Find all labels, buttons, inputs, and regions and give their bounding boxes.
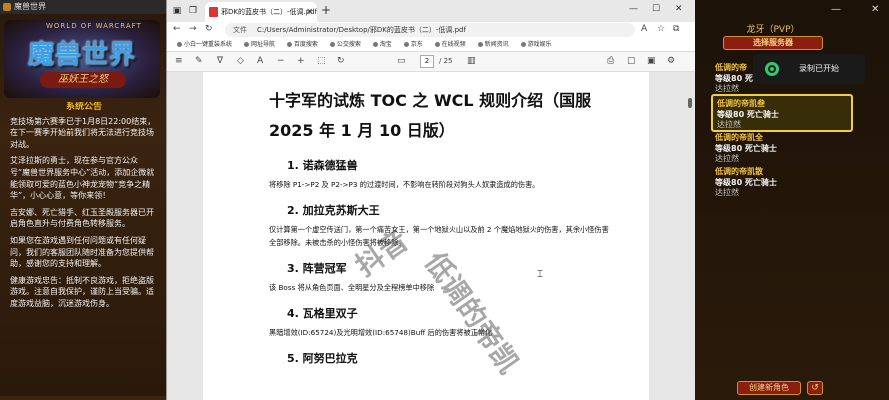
page-total: / 25 (439, 57, 453, 65)
highlight-icon[interactable]: ∇ (217, 56, 223, 66)
tab-pdf[interactable]: 邪DK的蓝皮书（二）-低调.pdf ✕ (205, 2, 317, 22)
tab-actions-icon[interactable]: ▣ (171, 5, 183, 17)
character-slot-selected[interactable]: 低调的帝凯叁 等级80 死亡骑士 达拉然 (711, 94, 853, 132)
rotate-icon[interactable]: ↻ (337, 56, 345, 66)
pdf-toolbar: ≡ ✎ ∇ ◇ A − + ⬚ ↻ ▭ 2 / 25 ▥ ⎙ ▢ ▣ ⚙ (167, 52, 696, 72)
collections-icon[interactable]: ⧉ (673, 24, 679, 34)
bookmarks-bar: 小白一键重装系统 网址导航 百度搜索 公交搜索 淘宝 京东 在线视频 新闻资讯 … (167, 38, 696, 52)
back-button[interactable]: ↺ (807, 381, 823, 395)
notice-title: 系统公告 (65, 102, 102, 112)
back-icon[interactable]: ← (173, 24, 181, 34)
minimize-icon[interactable]: — (831, 4, 841, 15)
create-character-button[interactable]: 创建新角色 (737, 381, 801, 395)
bookmark-item[interactable]: 小白一键重装系统 (177, 38, 232, 52)
document-title: 十字军的试炼 TOC 之 WCL 规则介绍（国服 2025 年 1 月 10 日… (269, 91, 592, 140)
print-icon[interactable]: ⎙ (607, 56, 614, 66)
section-heading: 2. 加拉克苏斯大王 (287, 204, 380, 217)
pdf-page: 十字军的试炼 TOC 之 WCL 规则介绍（国服 2025 年 1 月 10 日… (203, 72, 649, 400)
address-input[interactable]: 文件 C:/Users/Administrator/Desktop/邪DK的蓝皮书… (225, 23, 635, 37)
bookmark-item[interactable]: 游戏娱乐 (521, 38, 552, 52)
game-left-panel: WORLD OF WARCRAFT 魔兽世界 巫妖王之怒 系统公告 竞技场第六赛… (0, 14, 166, 400)
section-body: 黑暗增效(ID:65724)及光明增效(ID:65748)Buff 后的伤害将被… (269, 328, 493, 337)
pdf-icon (209, 7, 218, 17)
bookmark-item[interactable]: 网址导航 (244, 38, 275, 52)
notice-paragraph: 吉安娜、死亡猎手、红玉圣殿服务器已开启角色直升与付费角色转移服务。 (10, 207, 154, 229)
game-bottom-bar (0, 396, 166, 400)
character-slot[interactable]: 低调的帝凯全 等级80 死亡骑士 达拉然 (711, 130, 853, 168)
recording-toast: 录制已开始 (753, 54, 865, 84)
forward-icon[interactable]: → (189, 24, 197, 34)
section-body: 将移除 P1->P2 及 P2->P3 的过渡时间，不影响在转阶段对狗头人奴隶造… (269, 180, 540, 189)
notice-paragraph: 健康游戏忠告：抵制不良游戏，拒绝盗版游戏。注意自我保护，谨防上当受骗。适度游戏益… (10, 275, 154, 308)
game-right-topbar: — ✕ (695, 0, 889, 22)
maximize-button[interactable]: ☐ (652, 4, 660, 14)
page-number-input[interactable]: 2 (420, 55, 434, 68)
notice-paragraph: 艾泽拉斯的勇士，现在参与官方公众号“魔兽世界服务中心”活动，添加企微就能领取可爱… (10, 156, 155, 201)
wow-logo: WORLD OF WARCRAFT 魔兽世界 巫妖王之怒 (4, 20, 160, 98)
tab-close-icon[interactable]: ✕ (306, 2, 313, 22)
new-tab-button[interactable]: + (321, 3, 331, 17)
mouse-cursor-icon: ⌶ (537, 269, 543, 280)
menu-icon[interactable]: ≡ (175, 56, 183, 66)
section-body: 该 Boss 将从角色页面、全明星分及全程榜单中移除 (269, 283, 435, 292)
save-icon[interactable]: ▢ (627, 56, 636, 66)
system-notice: 系统公告 竞技场第六赛季已于1月8日22:00结束，在下一赛季开始前我们将无法进… (4, 102, 162, 398)
browser-window: ▣ ❐ 邪DK的蓝皮书（二）-低调.pdf ✕ + — ☐ ✕ ← → ↻ 文件… (166, 0, 696, 400)
fit-page-icon[interactable]: ⬚ (317, 56, 326, 66)
zoom-out-icon[interactable]: − (277, 56, 285, 66)
wow-app-icon (3, 3, 11, 11)
minimize-button[interactable]: — (629, 4, 638, 14)
address-bar-row: ← → ↻ 文件 C:/Users/Administrator/Desktop/邪… (167, 22, 696, 38)
bookmark-item[interactable]: 在线视频 (435, 38, 466, 52)
notice-paragraph: 如果您在游戏遇到任何问题或有任何疑问，我们的客服团队随时准备为您提供帮助，感谢您… (10, 235, 154, 269)
character-select-panel: — ✕ 龙牙（PVP） 选择服务器 低调的帝 等级80 死 达拉然 录制已开始 … (695, 0, 889, 400)
bookmark-item[interactable]: 京东 (404, 38, 423, 52)
page-layout-icon[interactable]: ▥ (467, 56, 476, 66)
close-icon[interactable]: ✕ (871, 4, 879, 15)
select-server-button[interactable]: 选择服务器 (723, 36, 823, 50)
bookmark-item[interactable]: 新闻资讯 (478, 38, 509, 52)
close-window-button[interactable]: ✕ (675, 4, 683, 14)
zoom-in-icon[interactable]: + (297, 56, 305, 66)
favorites-icon[interactable]: ☆ (657, 24, 665, 34)
scrollbar-thumb[interactable] (688, 98, 692, 108)
pdf-settings-icon[interactable]: ⚙ (667, 56, 675, 66)
bookmark-item[interactable]: 淘宝 (373, 38, 392, 52)
realm-name: 龙牙（PVP） (746, 25, 800, 35)
pdf-viewer[interactable]: 十字军的试炼 TOC 之 WCL 规则介绍（国服 2025 年 1 月 10 日… (167, 72, 696, 400)
draw-icon[interactable]: ✎ (195, 56, 203, 66)
section-heading: 1. 诺森德猛兽 (287, 159, 358, 172)
read-aloud-icon[interactable]: A (641, 24, 647, 34)
section-heading: 5. 阿努巴拉克 (287, 352, 358, 365)
scrollbar[interactable] (686, 72, 694, 400)
page-view-icon[interactable]: ▭ (397, 56, 406, 66)
erase-icon[interactable]: ◇ (237, 56, 244, 66)
notice-paragraph: 竞技场第六赛季已于1月8日22:00结束，在下一赛季开始前我们将无法进行竞技场对… (10, 116, 156, 149)
refresh-icon[interactable]: ↻ (205, 24, 213, 34)
save-as-icon[interactable]: ▣ (647, 56, 656, 66)
section-body: 仅计算第一个虚空传送门，第一个痛苦女王，第一个地狱火山以及前 2 个魔焰地狱火的… (269, 225, 609, 247)
section-heading: 4. 瓦格里双子 (287, 307, 358, 320)
bookmark-item[interactable]: 公交搜索 (330, 38, 361, 52)
tab-list-icon[interactable]: ❐ (187, 5, 199, 17)
tab-bar: ▣ ❐ 邪DK的蓝皮书（二）-低调.pdf ✕ + — ☐ ✕ (167, 0, 696, 22)
section-heading: 3. 阵营冠军 (287, 262, 347, 275)
game-window-title: 魔兽世界 (0, 0, 166, 14)
character-slot[interactable]: 低调的帝凯散 等级80 死亡骑士 达拉然 (711, 164, 853, 202)
bookmark-item[interactable]: 百度搜索 (287, 38, 318, 52)
text-icon[interactable]: A (257, 56, 263, 66)
